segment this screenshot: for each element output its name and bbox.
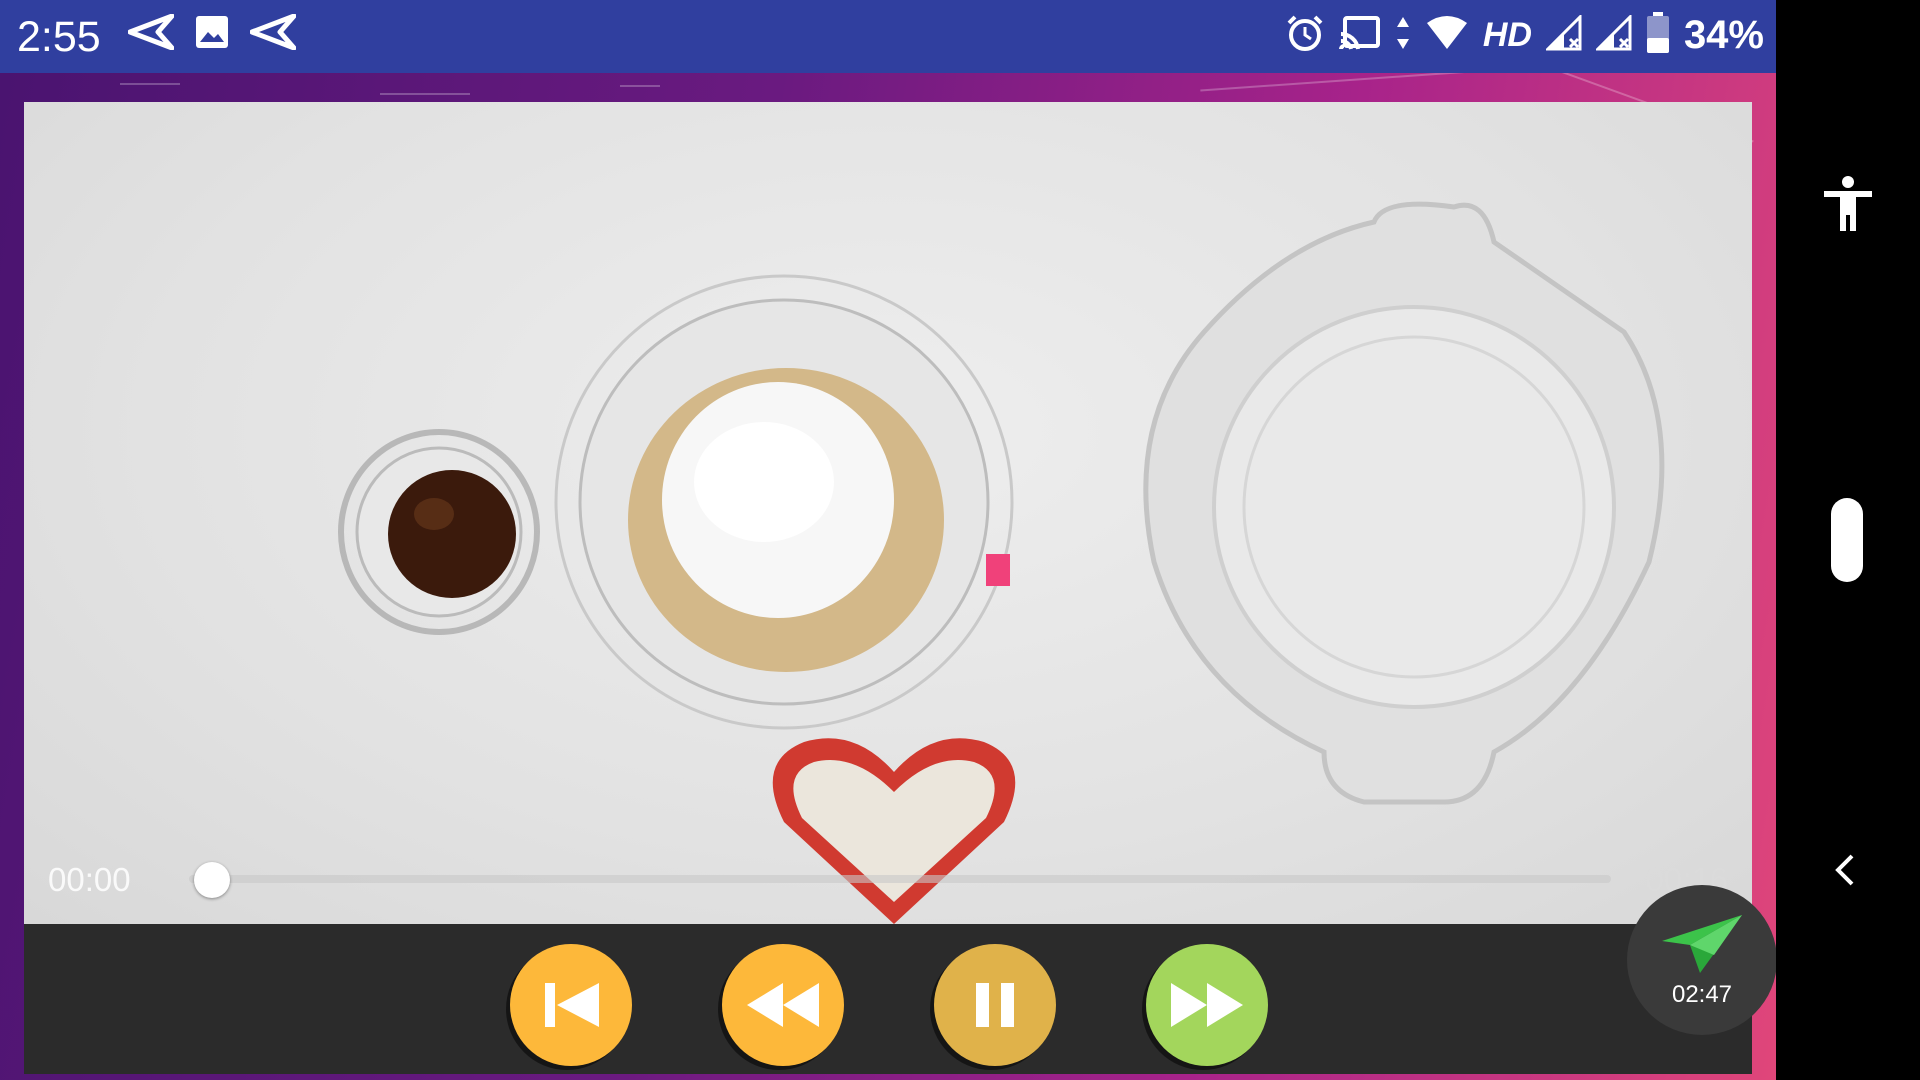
image-icon — [194, 14, 230, 55]
battery-percent: 34% — [1683, 13, 1764, 57]
battery-icon — [1646, 12, 1670, 59]
control-bar — [24, 924, 1752, 1074]
small-dish — [338, 429, 540, 635]
pause-icon — [976, 983, 1014, 1027]
skip-previous-icon — [545, 983, 599, 1027]
data-arrows-icon — [1395, 15, 1411, 56]
mixing-bowl — [554, 274, 1014, 730]
home-handle[interactable] — [1831, 498, 1863, 582]
send-icon — [127, 13, 175, 55]
navigation-bar — [1776, 0, 1920, 1080]
seek-thumb[interactable] — [194, 862, 230, 898]
seek-row: 00:00 00:16 — [24, 855, 1752, 905]
accessibility-icon[interactable] — [1818, 175, 1878, 240]
signal-no-data-icon — [1594, 13, 1632, 56]
seek-bar[interactable] — [189, 875, 1611, 883]
cast-icon — [1338, 15, 1381, 56]
status-time: 2:55 — [17, 13, 101, 61]
paper-plane-icon — [1662, 915, 1742, 973]
video-scene — [338, 201, 1665, 924]
alarm-icon — [1285, 13, 1325, 58]
previous-button[interactable] — [510, 944, 632, 1066]
rewind-button[interactable] — [722, 944, 844, 1066]
back-chevron-icon[interactable] — [1828, 852, 1864, 893]
current-time: 00:00 — [48, 861, 131, 898]
wifi-icon — [1425, 15, 1469, 56]
status-bar: 2:55 HD 34% — [0, 0, 1776, 73]
pause-button[interactable] — [934, 944, 1056, 1066]
hd-label: HD — [1482, 16, 1532, 54]
rewind-icon — [747, 983, 819, 1027]
pie-dish — [1143, 201, 1665, 805]
fast-forward-icon — [1171, 983, 1243, 1027]
video-frame[interactable] — [24, 102, 1752, 924]
floating-widget-time: 02:47 — [1671, 981, 1733, 1008]
floating-widget[interactable]: 02:47 — [1627, 885, 1777, 1035]
send-icon — [249, 13, 297, 55]
pink-marker — [986, 554, 1010, 586]
fast-forward-button[interactable] — [1146, 944, 1268, 1066]
status-notification-icons — [127, 13, 297, 55]
signal-no-data-icon — [1544, 13, 1582, 56]
status-system-icons: HD 34% — [1285, 12, 1764, 59]
